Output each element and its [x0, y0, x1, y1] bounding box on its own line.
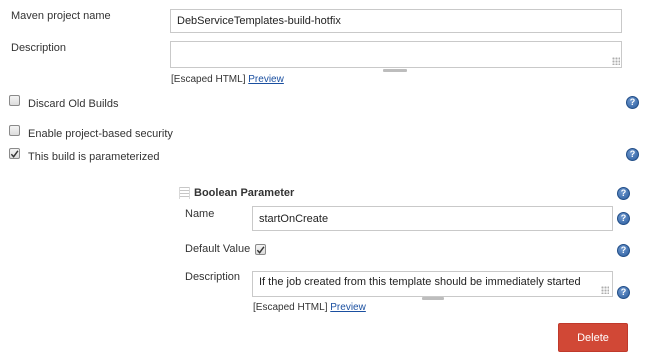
escaped-html-text: [Escaped HTML]: [253, 302, 328, 313]
escaped-html-text: [Escaped HTML]: [171, 74, 246, 85]
resize-grip-icon[interactable]: [601, 286, 609, 294]
parameterized-checkbox[interactable]: [9, 148, 20, 159]
resize-grip-icon[interactable]: [612, 57, 620, 65]
boolean-parameter-title: Boolean Parameter: [194, 187, 295, 199]
project-security-label: Enable project-based security: [28, 128, 173, 140]
parameterized-label: This build is parameterized: [28, 151, 160, 163]
help-icon[interactable]: ?: [617, 212, 630, 225]
help-icon[interactable]: ?: [626, 148, 639, 161]
parameter-description-resize-bar[interactable]: [422, 297, 444, 300]
checkbox-checked-icon: [256, 245, 265, 254]
escaped-html-note: [Escaped HTML] Preview: [171, 74, 284, 85]
help-icon[interactable]: ?: [617, 286, 630, 299]
description-textarea[interactable]: [170, 41, 622, 68]
preview-link[interactable]: Preview: [330, 302, 366, 313]
parameter-description-label: Description: [185, 271, 241, 283]
discard-old-builds-checkbox[interactable]: [9, 95, 20, 106]
parameter-name-input[interactable]: startOnCreate: [252, 206, 613, 231]
delete-button[interactable]: Delete: [558, 323, 628, 352]
parameter-description-textarea[interactable]: If the job created from this template sh…: [252, 271, 613, 297]
project-name-input[interactable]: DebServiceTemplates-build-hotfix: [170, 9, 622, 33]
drag-handle-icon[interactable]: [179, 187, 190, 199]
description-label: Description: [11, 42, 67, 54]
help-icon[interactable]: ?: [617, 244, 630, 257]
checkbox-checked-icon: [10, 149, 19, 158]
default-value-checkbox[interactable]: [255, 244, 266, 255]
parameter-escaped-html-note: [Escaped HTML] Preview: [253, 302, 366, 313]
help-icon[interactable]: ?: [626, 96, 639, 109]
discard-old-builds-label: Discard Old Builds: [28, 98, 119, 110]
project-security-checkbox[interactable]: [9, 125, 20, 136]
default-value-label: Default Value: [185, 243, 251, 255]
help-icon[interactable]: ?: [617, 187, 630, 200]
parameter-name-label: Name: [185, 208, 215, 220]
project-name-label: Maven project name: [11, 10, 111, 22]
preview-link[interactable]: Preview: [248, 74, 284, 85]
description-resize-bar[interactable]: [383, 69, 407, 72]
